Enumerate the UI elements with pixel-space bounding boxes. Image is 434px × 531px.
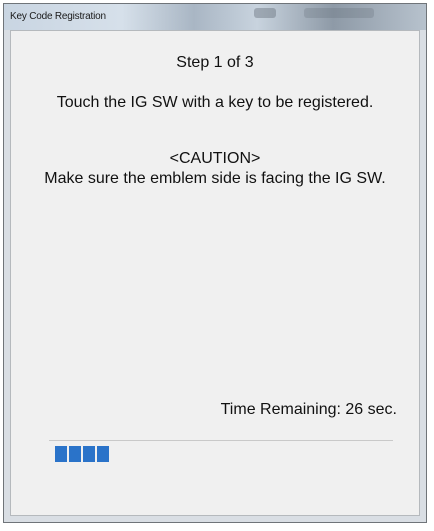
progress-separator [49,440,393,441]
caution-heading: <CAUTION> [169,150,261,167]
caution-text: Make sure the emblem side is facing the … [44,170,386,187]
progress-bar [49,446,393,462]
progress-bar-fill [55,446,109,462]
window-title: Key Code Registration [10,11,106,22]
time-remaining: Time Remaining: 26 sec. [220,401,397,418]
titlebar-artifact [304,8,374,18]
step-indicator: Step 1 of 3 [176,54,254,71]
instruction-text: Touch the IG SW with a key to be registe… [56,94,374,111]
title-bar[interactable]: Key Code Registration [4,4,426,30]
key-code-registration-window: Key Code Registration Step 1 of 3 Touch … [3,3,427,523]
dialog-body: Step 1 of 3 Touch the IG SW with a key t… [10,30,420,516]
titlebar-artifact [254,8,276,18]
